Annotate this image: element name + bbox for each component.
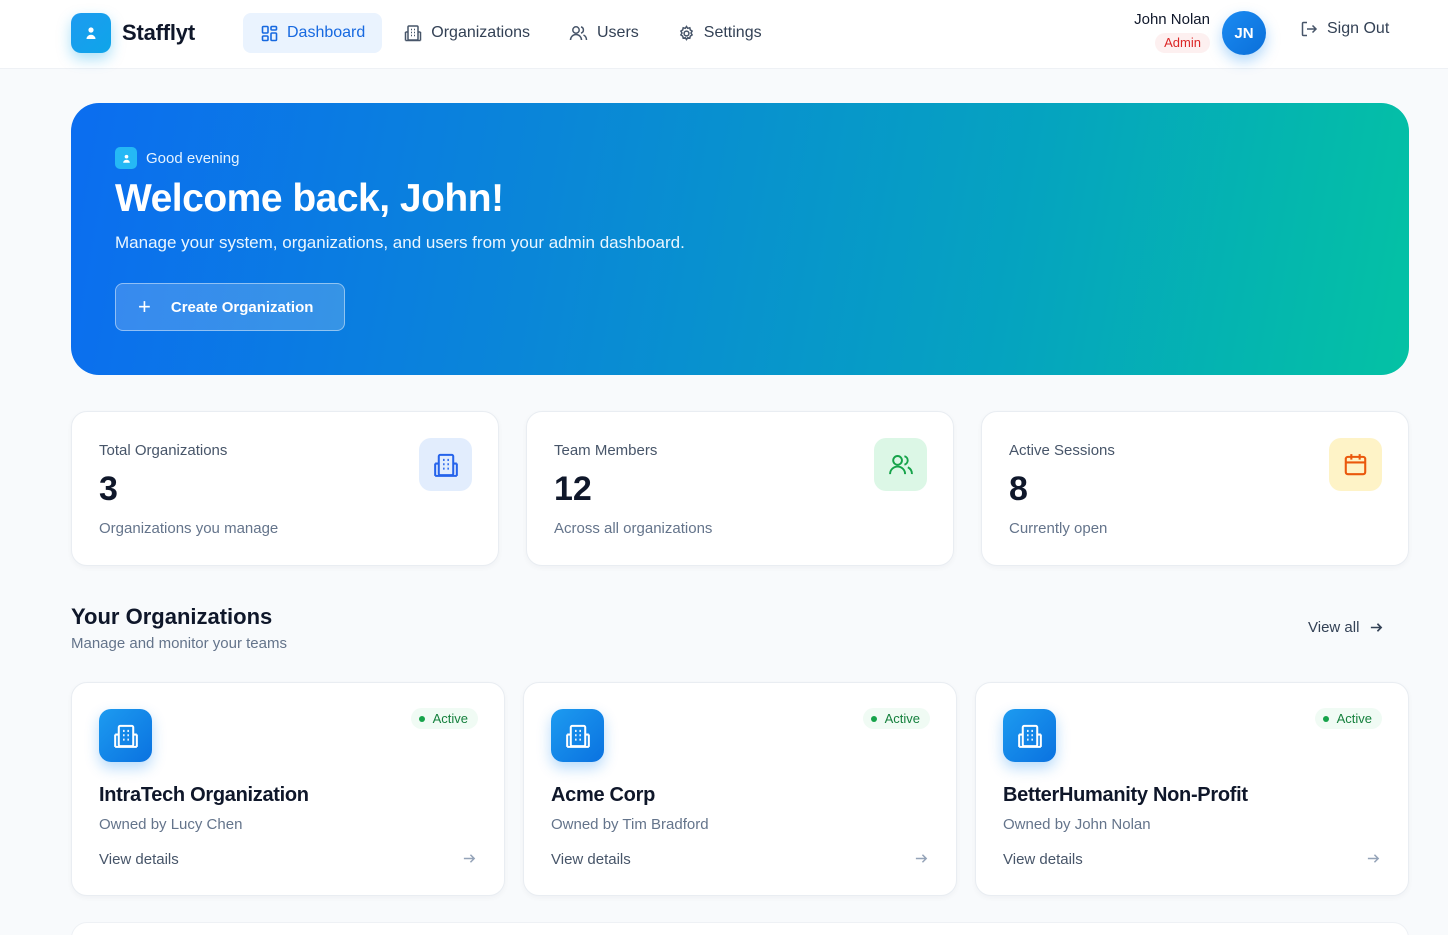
next-section-card [71, 922, 1409, 935]
sign-out-label: Sign Out [1327, 20, 1390, 37]
organization-card[interactable]: Active IntraTech Organization Owned by L… [71, 682, 505, 896]
nav-item-dashboard[interactable]: Dashboard [243, 13, 383, 53]
building-icon [419, 438, 472, 491]
status-badge: Active [410, 708, 478, 729]
users-icon [874, 438, 927, 491]
nav-item-users[interactable]: Users [551, 13, 656, 53]
create-organization-label: Create Organization [170, 298, 314, 316]
create-organization-button[interactable]: + Create Organization [115, 283, 345, 331]
nav-item-organizations[interactable]: Organizations [386, 13, 547, 53]
user-name: John Nolan [1134, 11, 1210, 28]
sign-out-button[interactable]: Sign Out [1300, 20, 1389, 38]
arrow-right-icon [1371, 623, 1383, 632]
stat-value: 3 [99, 470, 118, 508]
arrow-right-icon[interactable] [914, 851, 929, 866]
stat-value: 12 [554, 470, 592, 508]
stat-note: Currently open [1009, 520, 1108, 537]
greeting-text: Good evening [146, 149, 240, 167]
arrow-right-icon[interactable] [1366, 851, 1381, 866]
gear-icon [679, 24, 693, 41]
role-badge: Admin [1155, 33, 1210, 53]
organization-owner: Owned by John Nolan [1003, 816, 1151, 833]
organization-name: Acme Corp [551, 784, 655, 806]
logout-icon [1301, 21, 1318, 37]
welcome-title: Welcome back, John! [115, 177, 504, 220]
section-subtitle: Manage and monitor your teams [71, 635, 287, 652]
organization-card[interactable]: Active BetterHumanity Non-Profit Owned b… [975, 682, 1409, 896]
stat-value: 8 [1009, 470, 1028, 508]
nav-label: Settings [703, 24, 762, 41]
building-icon [1003, 709, 1056, 762]
arrow-right-icon[interactable] [462, 851, 477, 866]
stat-card-total-organizations: Total Organizations 3 Organizations you … [71, 411, 499, 566]
greeting: Good evening [115, 147, 239, 169]
stat-note: Organizations you manage [99, 520, 279, 537]
welcome-subtitle: Manage your system, organizations, and u… [115, 233, 685, 252]
stat-card-team-members: Team Members 12 Across all organizations [526, 411, 954, 566]
building-icon [99, 709, 152, 762]
user-info: John Nolan Admin [1100, 10, 1210, 53]
view-details-link[interactable]: View details [551, 851, 631, 868]
view-all-link[interactable]: View all [1308, 619, 1384, 636]
status-dot [870, 715, 877, 722]
nav-label: Users [597, 24, 639, 41]
user-logo-icon [71, 13, 111, 53]
status-label: Active [1336, 711, 1372, 726]
stat-label: Total Organizations [99, 442, 228, 459]
top-navigation-bar: Stafflyt Dashboard Organizations Users S… [0, 0, 1448, 69]
stat-label: Active Sessions [1009, 442, 1115, 459]
organization-owner: Owned by Lucy Chen [99, 816, 243, 833]
organization-owner: Owned by Tim Bradford [551, 816, 709, 833]
welcome-banner: Good evening Welcome back, John! Manage … [71, 103, 1409, 375]
nav-label: Organizations [431, 24, 530, 41]
plus-icon: + [138, 294, 151, 319]
calendar-icon [1329, 438, 1382, 491]
dashboard-icon [261, 25, 278, 41]
status-label: Active [884, 711, 920, 726]
section-title: Your Organizations [71, 604, 273, 629]
building-icon [405, 25, 422, 42]
organization-name: IntraTech Organization [99, 784, 309, 806]
users-icon [569, 26, 588, 41]
nav-label: Dashboard [287, 24, 366, 41]
view-details-link[interactable]: View details [99, 851, 179, 868]
brand[interactable]: Stafflyt [71, 13, 195, 53]
avatar[interactable]: JN [1222, 11, 1266, 55]
stat-label: Team Members [554, 442, 658, 459]
brand-name: Stafflyt [122, 20, 195, 45]
organization-card[interactable]: Active Acme Corp Owned by Tim Bradford V… [523, 682, 957, 896]
building-icon [551, 709, 604, 762]
user-icon [115, 147, 137, 169]
view-all-label: View all [1308, 619, 1360, 636]
status-dot [1322, 715, 1329, 722]
stat-note: Across all organizations [554, 520, 713, 537]
main-nav: Dashboard Organizations Users Settings [243, 13, 783, 53]
stat-card-active-sessions: Active Sessions 8 Currently open [981, 411, 1409, 566]
status-badge: Active [862, 708, 930, 729]
status-dot [418, 715, 425, 722]
status-label: Active [432, 711, 468, 726]
status-badge: Active [1314, 708, 1382, 729]
nav-item-settings[interactable]: Settings [660, 13, 779, 53]
organization-name: BetterHumanity Non-Profit [1003, 784, 1248, 806]
view-details-link[interactable]: View details [1003, 851, 1083, 868]
